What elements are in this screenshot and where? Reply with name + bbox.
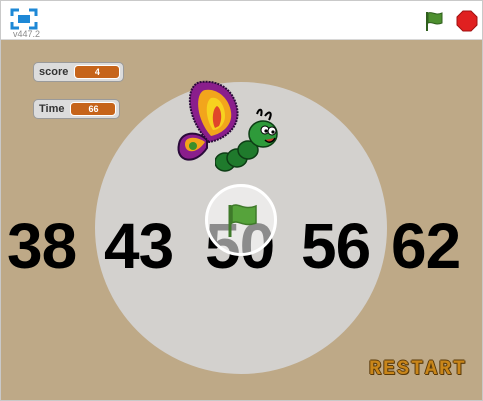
caterpillar-sprite[interactable] bbox=[215, 106, 281, 178]
score-monitor: score 4 bbox=[33, 62, 124, 82]
number-value[interactable]: 43 bbox=[104, 214, 174, 278]
monitor-value: 66 bbox=[70, 102, 117, 116]
version-label: v447.2 bbox=[13, 29, 41, 39]
scratch-player-window: v447.2 score 4 Time 66 38 43 56 62 RESTA… bbox=[0, 0, 483, 401]
stop-icon bbox=[456, 10, 478, 32]
stop-button[interactable] bbox=[456, 10, 478, 32]
player-toolbar: v447.2 bbox=[1, 1, 482, 40]
green-flag-icon bbox=[228, 204, 257, 237]
green-flag-icon bbox=[426, 12, 443, 31]
number-value[interactable]: 62 bbox=[391, 214, 461, 278]
number-value[interactable]: 38 bbox=[7, 214, 77, 278]
time-monitor: Time 66 bbox=[33, 99, 120, 119]
restart-button[interactable]: RESTART bbox=[369, 358, 467, 381]
start-overlay-button[interactable] bbox=[205, 184, 277, 256]
monitor-label: Time bbox=[39, 103, 65, 115]
monitor-label: score bbox=[39, 66, 69, 78]
monitor-value: 4 bbox=[74, 65, 121, 79]
number-value[interactable]: 56 bbox=[301, 214, 371, 278]
stage[interactable]: score 4 Time 66 38 43 56 62 RESTART bbox=[1, 40, 482, 400]
fullscreen-icon[interactable] bbox=[10, 8, 38, 30]
green-flag-button[interactable] bbox=[423, 10, 445, 32]
